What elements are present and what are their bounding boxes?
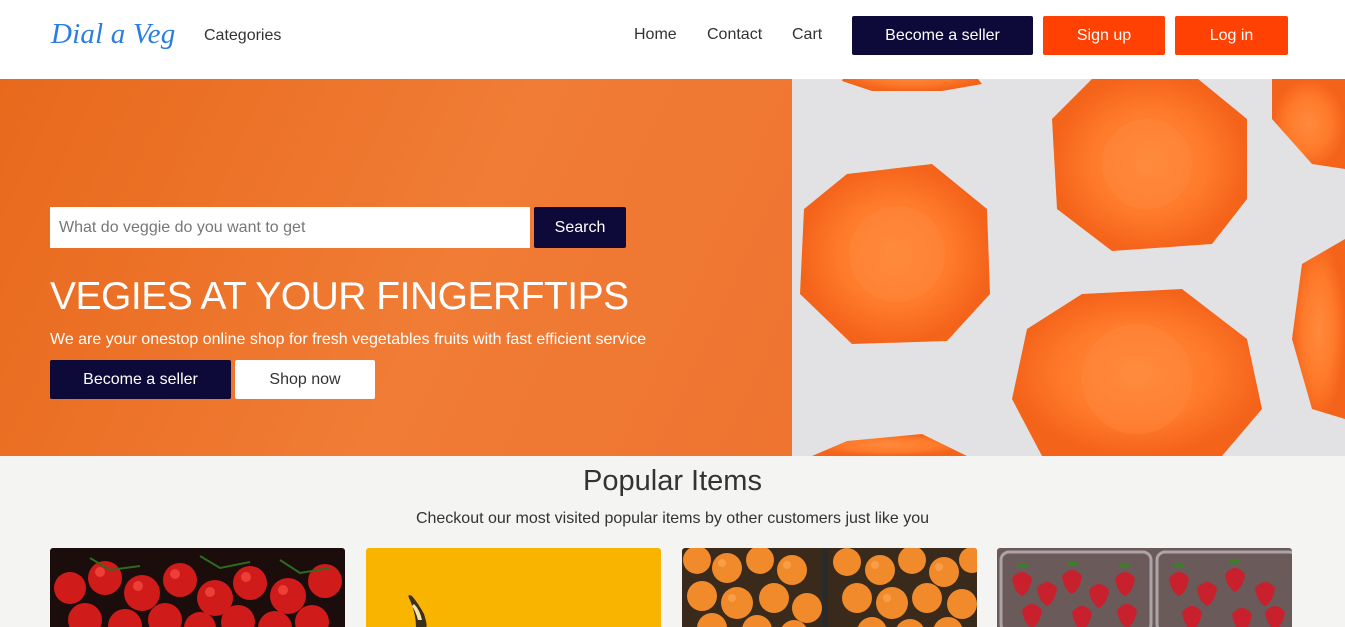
banana-yellow-image [366,548,661,627]
oranges-image [682,548,977,627]
popular-items-title: Popular Items [583,465,762,497]
banana-card[interactable] [366,548,661,627]
strawberries-card[interactable] [997,548,1292,627]
navbar: Dial a Veg Categories Home Contact Cart … [0,0,1345,79]
nav-contact-link[interactable]: Contact [707,26,762,44]
carrot-slices-image [792,79,1345,456]
nav-cart-link[interactable]: Cart [792,26,822,44]
strawberries-image [997,548,1292,627]
tomatoes-card[interactable] [50,548,345,627]
become-seller-button[interactable]: Become a seller [852,16,1033,55]
signup-button[interactable]: Sign up [1043,16,1165,55]
shop-now-button[interactable]: Shop now [235,360,375,399]
login-button[interactable]: Log in [1175,16,1288,55]
search-button[interactable]: Search [534,207,626,248]
hero-banner: Search VEGIES AT YOUR FINGERFTIPS We are… [0,79,1345,456]
hero-title: VEGIES AT YOUR FINGERFTIPS [50,275,629,318]
search-input[interactable] [50,207,530,248]
hero-subtitle: We are your onestop online shop for fres… [50,331,647,348]
hero-become-seller-button[interactable]: Become a seller [50,360,231,399]
hero-orange-panel [0,79,794,456]
brand-logo[interactable]: Dial a Veg [51,18,175,51]
popular-items-subtitle: Checkout our most visited popular items … [415,510,930,527]
tomatoes-image [50,548,345,627]
nav-categories[interactable]: Categories [204,27,281,45]
nav-home-link[interactable]: Home [634,26,677,44]
oranges-card[interactable] [682,548,977,627]
